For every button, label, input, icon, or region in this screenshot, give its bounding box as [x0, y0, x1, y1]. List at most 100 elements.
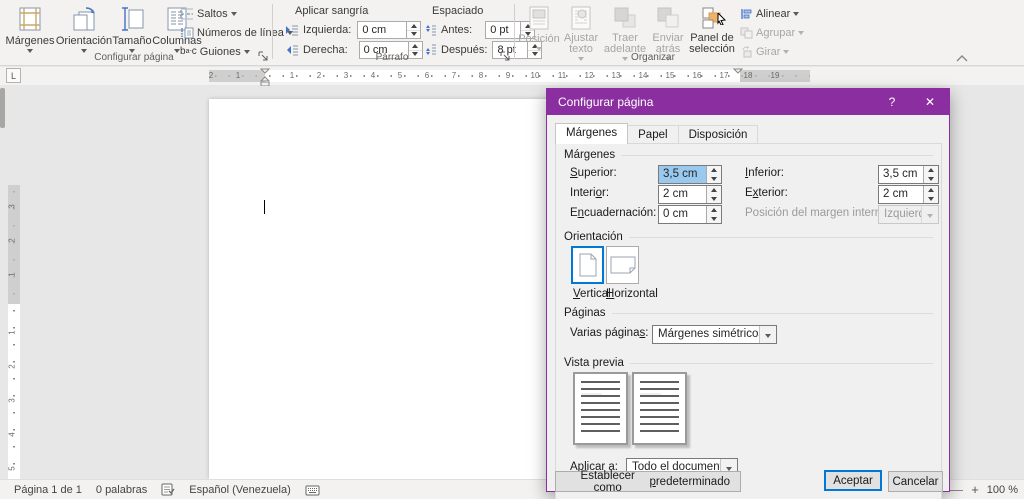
ruler-number: 4	[370, 71, 376, 80]
indent-left-icon	[285, 24, 299, 36]
gutter-stepper[interactable]	[706, 206, 721, 223]
proofing-icon[interactable]	[161, 483, 175, 496]
scroll-indicator[interactable]	[0, 88, 5, 128]
ruler-number: 2	[7, 238, 17, 243]
ruler-number: 18	[743, 71, 753, 80]
gutter-position-label: Posición del margen interno:	[745, 207, 891, 219]
ok-button[interactable]: Aceptar	[824, 470, 882, 491]
indent-left-input[interactable]: 0 cm	[357, 21, 422, 39]
tab-page-margenes: Márgenes Superior: 3,5 cm Inferior: 3,5 …	[555, 143, 942, 499]
dialog-title-bar: Configurar página ? ✕	[547, 89, 949, 115]
inferior-stepper[interactable]	[923, 166, 938, 183]
ruler-number: 9	[505, 71, 511, 80]
tab-disposicion[interactable]: Disposición	[677, 125, 759, 144]
ruler-number: 2	[208, 71, 214, 80]
right-indent-marker[interactable]	[733, 68, 743, 74]
paragraph-dialog-launcher-icon[interactable]	[500, 51, 512, 63]
tab-margenes[interactable]: Márgenes	[555, 123, 629, 144]
tab-stop-selector[interactable]: L	[6, 68, 21, 83]
breaks-button[interactable]: Saltos	[180, 5, 237, 22]
inferior-input[interactable]: 3,5 cm	[878, 165, 939, 184]
ruler-number: 15	[665, 71, 675, 80]
ruler-number: 4	[7, 432, 17, 437]
page-count[interactable]: Página 1 de 1	[14, 484, 82, 496]
selection-pane-icon	[699, 5, 727, 31]
chevron-down-icon	[765, 333, 771, 338]
group-icon	[740, 27, 753, 39]
interior-stepper[interactable]	[706, 186, 721, 203]
exterior-stepper[interactable]	[923, 186, 938, 203]
gutter-position-dropdown: Izquierda	[878, 205, 939, 224]
group-label-parrafo: Párrafo	[375, 52, 409, 63]
ruler-number: 3	[343, 71, 349, 80]
ruler-number: 1	[289, 71, 295, 80]
ruler-number: 6	[424, 71, 430, 80]
close-icon[interactable]: ✕	[911, 89, 949, 115]
group-label-configurar-pagina: Configurar página	[94, 52, 174, 63]
ruler-number: 3	[7, 398, 17, 403]
ruler-number: 13	[611, 71, 621, 80]
chevron-down-icon	[927, 213, 933, 218]
horizontal-label[interactable]: Horizontal	[606, 288, 658, 300]
superior-input[interactable]: 3,5 cm	[658, 165, 722, 184]
orientation-vertical-option[interactable]	[571, 246, 604, 284]
mouse-cursor-icon	[717, 13, 727, 25]
align-icon	[740, 8, 753, 20]
landscape-page-icon	[610, 256, 635, 274]
line-numbers-button[interactable]: Números de línea	[180, 24, 293, 41]
ruler-number: 11	[557, 71, 567, 80]
ruler-number: 5	[397, 71, 403, 80]
set-default-button[interactable]: Establecer como p redeterminado	[555, 470, 741, 494]
chevron-down-icon	[230, 12, 237, 16]
ruler-number: 12	[584, 71, 594, 80]
gutter-input[interactable]: 0 cm	[658, 205, 722, 224]
ruler-number: 1	[235, 71, 241, 80]
ruler-number: 16	[692, 71, 702, 80]
text-cursor	[264, 200, 265, 214]
page-setup-dialog-launcher-icon[interactable]	[258, 51, 270, 63]
inferior-label: Inferior:	[745, 167, 784, 179]
help-button[interactable]: ?	[873, 89, 911, 115]
multiple-pages-dropdown[interactable]: Márgenes simétricos	[652, 325, 777, 344]
cancel-button[interactable]: Cancelar	[888, 471, 943, 492]
chevron-down-icon	[726, 466, 732, 471]
tab-papel[interactable]: Papel	[627, 125, 679, 144]
zoom-in-button[interactable]: +	[971, 483, 979, 496]
ruler-number: 2	[316, 71, 322, 80]
zoom-level[interactable]: 100 %	[987, 484, 1018, 496]
orientation-section-header: Orientación	[564, 231, 933, 243]
page-setup-dialog: Configurar página ? ✕ Márgenes Papel Dis…	[546, 88, 950, 499]
superior-stepper[interactable]	[706, 166, 721, 183]
language-selector[interactable]: Español (Venezuela)	[189, 484, 291, 496]
horizontal-ruler: 2 1 1 2 3 4 5 6 7 8 9 10 11 12 13 14 15 16 17 18 19	[208, 68, 810, 87]
ruler-number: 8	[478, 71, 484, 80]
size-icon	[118, 5, 146, 33]
orientation-horizontal-option[interactable]	[606, 246, 639, 284]
portrait-page-icon	[579, 253, 596, 277]
ruler-number: 3	[7, 204, 17, 209]
top-margin-zone[interactable]	[8, 185, 20, 304]
indent-left-stepper[interactable]	[406, 22, 421, 38]
dialog-tabs: Márgenes Papel Disposición	[555, 123, 759, 144]
first-line-indent-marker[interactable]	[260, 68, 270, 74]
ruler-number: 14	[638, 71, 648, 80]
ruler-number: 1	[7, 330, 17, 335]
send-backward-icon	[655, 5, 681, 31]
exterior-label: Exterior:	[745, 187, 788, 199]
keyboard-icon[interactable]	[305, 484, 320, 496]
exterior-input[interactable]: 2 cm	[878, 185, 939, 204]
word-count[interactable]: 0 palabras	[96, 484, 147, 496]
indent-left-row: Izquierda: 0 cm	[285, 21, 422, 39]
vertical-ruler: 3211234567	[8, 185, 20, 499]
ruler-number: 2	[7, 364, 17, 369]
interior-input[interactable]: 2 cm	[658, 185, 722, 204]
orientation-icon	[70, 5, 98, 33]
ruler-number: 5	[7, 466, 17, 471]
ruler-number: 1	[7, 272, 17, 277]
breaks-icon	[180, 7, 194, 20]
multiple-pages-label: Varias páginas:	[570, 327, 649, 339]
interior-label: Interior:	[570, 187, 610, 199]
align-button[interactable]: Alinear	[740, 5, 800, 22]
collapse-ribbon-icon[interactable]	[956, 55, 968, 62]
ruler-number: 17	[719, 71, 729, 80]
